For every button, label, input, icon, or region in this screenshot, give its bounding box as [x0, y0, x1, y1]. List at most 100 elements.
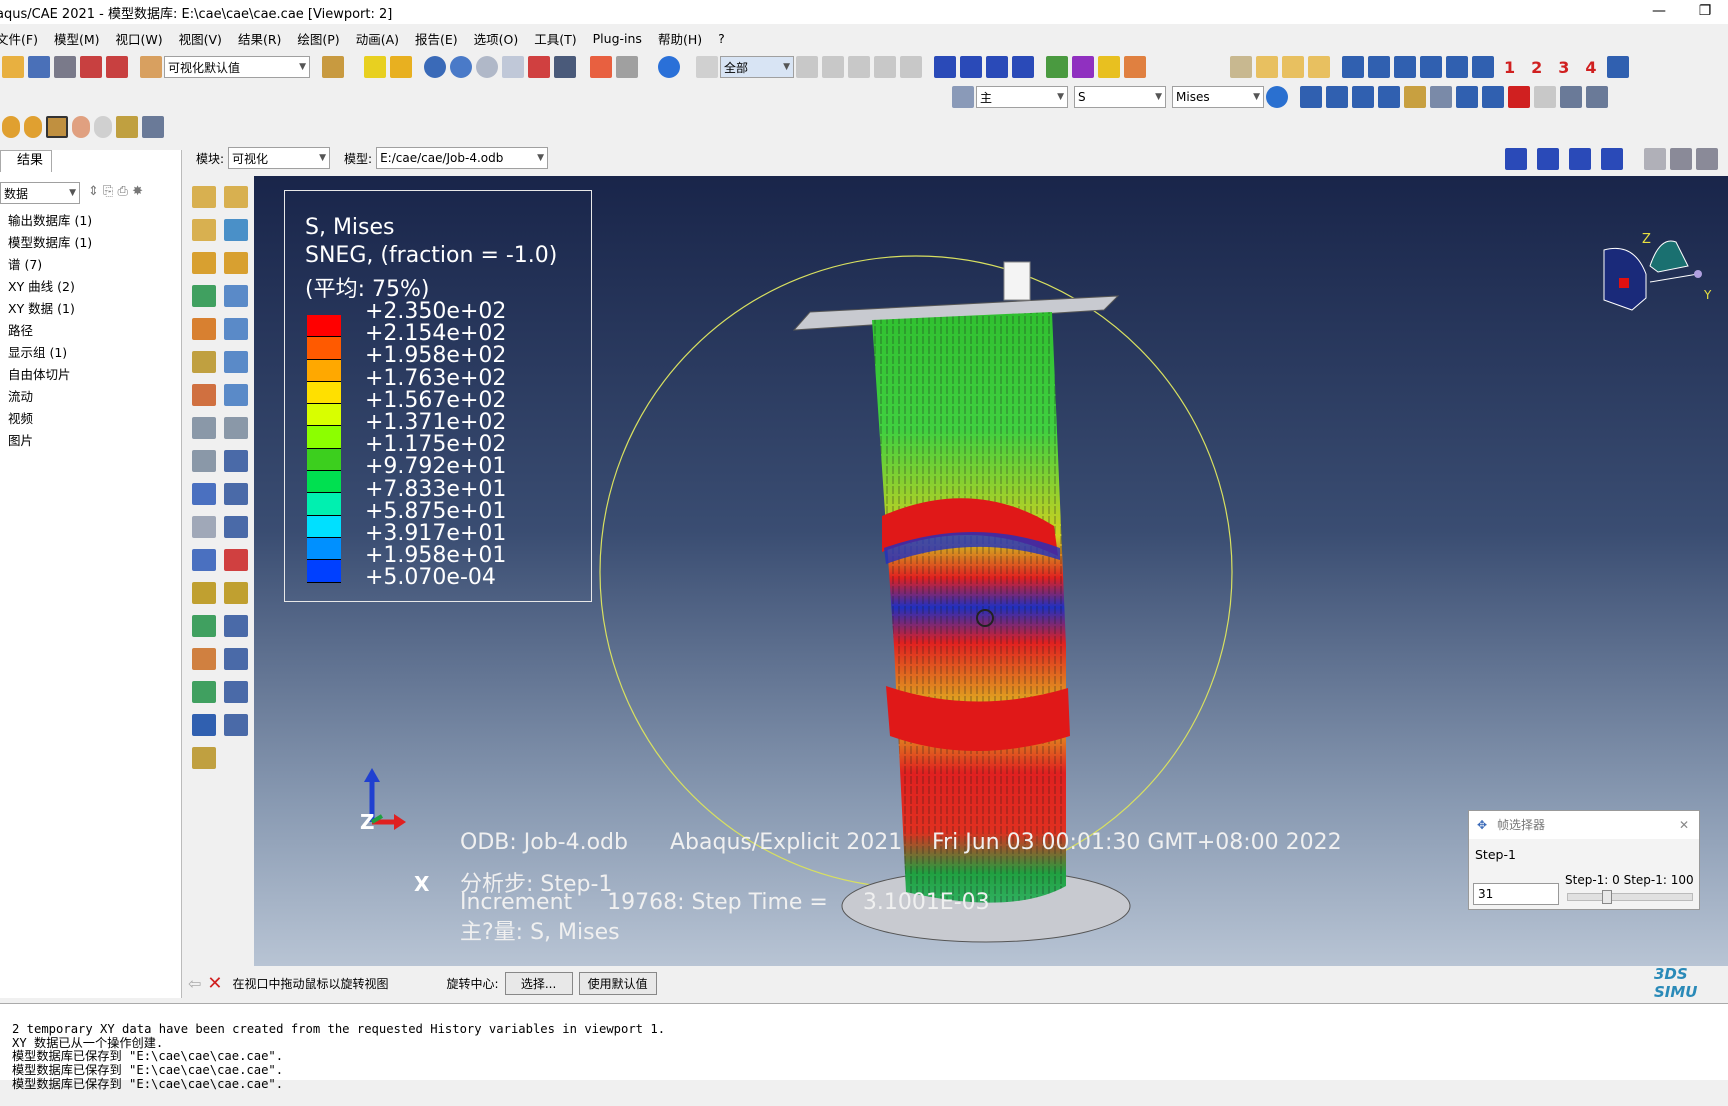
tree-item-streams[interactable]: 流动: [0, 386, 180, 408]
view-iso-icon[interactable]: [1256, 56, 1278, 78]
frame-number-input[interactable]: 31: [1473, 883, 1559, 905]
tree-item-spectrum[interactable]: 谱 (7): [0, 254, 180, 276]
text-annotation-icon[interactable]: [1508, 86, 1530, 108]
render-style-icon[interactable]: [1098, 56, 1120, 78]
tree-item-model-db[interactable]: 模型数据库 (1): [0, 232, 180, 254]
tool-xy-icon[interactable]: [224, 548, 248, 571]
tool-animate2-icon[interactable]: [224, 416, 248, 439]
query-table-icon[interactable]: [1560, 86, 1582, 108]
tool-deform-icon[interactable]: [192, 185, 216, 208]
viewport-2-button[interactable]: 2: [1531, 58, 1542, 77]
spheres-icon[interactable]: [2, 116, 20, 138]
tree-item-output-db[interactable]: 输出数据库 (1): [0, 210, 180, 232]
viewport-4-button[interactable]: 4: [1585, 58, 1596, 77]
tool-blocks-icon[interactable]: [192, 713, 216, 736]
layout-icon-3[interactable]: [1352, 86, 1374, 108]
redo-icon[interactable]: [94, 116, 112, 138]
part-instance-icon[interactable]: [322, 56, 344, 78]
anim-prev-icon[interactable]: [1537, 148, 1559, 170]
box-select-icon[interactable]: [848, 56, 870, 78]
view-front-icon[interactable]: [1282, 56, 1304, 78]
view-back-icon[interactable]: [1308, 56, 1330, 78]
layout-icon-6[interactable]: [1430, 86, 1452, 108]
tool-bar-icon[interactable]: [192, 251, 216, 274]
sphere-icon[interactable]: [24, 116, 42, 138]
hammer-icon[interactable]: [46, 116, 68, 138]
filter-select[interactable]: 数据 ▼: [0, 182, 80, 204]
anim-last-icon[interactable]: [1601, 148, 1623, 170]
shapes-icon[interactable]: [116, 116, 138, 138]
menu-viewport[interactable]: 视口(W): [108, 29, 171, 48]
cycle-icon[interactable]: [554, 56, 576, 78]
list-icon[interactable]: [1586, 86, 1608, 108]
open-icon[interactable]: [2, 56, 24, 78]
view-zx-icon[interactable]: [1446, 56, 1468, 78]
cancel-icon[interactable]: ✕: [207, 973, 222, 994]
info-icon[interactable]: [658, 56, 680, 78]
select-mode-icon[interactable]: [822, 56, 844, 78]
primary-select[interactable]: 主 ▼: [976, 86, 1068, 108]
variable-select[interactable]: S ▼: [1074, 86, 1166, 108]
model-select[interactable]: E:/cae/cae/Job-4.odb ▼: [376, 147, 549, 169]
tool-animate3-icon[interactable]: [192, 449, 216, 472]
arrow-annotation-icon[interactable]: [1482, 86, 1504, 108]
view-default-select[interactable]: 可视化默认值 ▼: [164, 56, 310, 78]
deformed-plot-icon[interactable]: [590, 56, 612, 78]
palette-icon[interactable]: [140, 56, 162, 78]
tree-item-xy-data[interactable]: XY 数据 (1): [0, 298, 180, 320]
export-icon[interactable]: [106, 56, 128, 78]
tab-results[interactable]: 结果: [0, 150, 52, 172]
tool-surface-icon[interactable]: [192, 581, 216, 604]
tool-table4-icon[interactable]: [224, 647, 248, 670]
import-icon[interactable]: [80, 56, 102, 78]
tool-table2-icon[interactable]: [224, 515, 248, 538]
menu-tools[interactable]: 工具(T): [526, 29, 584, 48]
tree-item-display-groups[interactable]: 显示组 (1): [0, 342, 180, 364]
menu-view[interactable]: 视图(V): [171, 29, 230, 48]
menu-report[interactable]: 报告(E): [407, 29, 466, 48]
pointer-icon[interactable]: [1534, 86, 1556, 108]
fit-icon[interactable]: [528, 56, 550, 78]
print-icon[interactable]: [54, 56, 76, 78]
mesh-icon[interactable]: [364, 56, 386, 78]
undo-icon[interactable]: [72, 116, 90, 138]
tool-triad-icon[interactable]: [192, 482, 216, 505]
anim-next-icon[interactable]: [1569, 148, 1591, 170]
use-default-button[interactable]: 使用默认值: [578, 971, 657, 995]
refresh-icon[interactable]: [1266, 86, 1288, 108]
message-console[interactable]: 2 temporary XY data have been created fr…: [0, 1003, 1728, 1091]
invariant-select[interactable]: Mises ▼: [1172, 86, 1264, 108]
view-zy-icon[interactable]: [1420, 56, 1442, 78]
tree-item-xy-plots[interactable]: XY 曲线 (2): [0, 276, 180, 298]
view-xz-icon[interactable]: [1472, 56, 1494, 78]
tool-pencil-icon[interactable]: [192, 746, 216, 769]
menu-options[interactable]: 选项(O): [466, 29, 527, 48]
menu-plugins[interactable]: Plug-ins: [585, 31, 650, 46]
xy-plot-icon[interactable]: [616, 56, 638, 78]
close-icon[interactable]: ✕: [1679, 811, 1689, 839]
select-filter-icon[interactable]: [874, 56, 896, 78]
table-icon[interactable]: [142, 116, 164, 138]
tool-surface2-icon[interactable]: [224, 581, 248, 604]
field-output-icon[interactable]: [952, 86, 974, 108]
layout-icon-4[interactable]: [1378, 86, 1400, 108]
tool-chart-icon[interactable]: [192, 614, 216, 637]
tool-allplot-opts-icon[interactable]: [224, 383, 248, 406]
view-yz-icon[interactable]: [1394, 56, 1416, 78]
viewport-3-button[interactable]: 3: [1558, 58, 1569, 77]
view-xy-icon[interactable]: [1342, 56, 1364, 78]
display-group-select[interactable]: 全部 ▼: [720, 56, 794, 78]
tool-table6-icon[interactable]: [224, 713, 248, 736]
color-map-icon[interactable]: [1072, 56, 1094, 78]
viewport-1-button[interactable]: 1: [1504, 58, 1515, 77]
frame-slider-handle[interactable]: [1602, 890, 1612, 904]
menu-help[interactable]: 帮助(H): [650, 29, 710, 48]
last-frame-icon[interactable]: [1012, 56, 1034, 78]
save-icon[interactable]: [28, 56, 50, 78]
first-frame-icon[interactable]: [934, 56, 956, 78]
tree-item-free-body-cuts[interactable]: 自由体切片: [0, 364, 180, 386]
menu-result[interactable]: 结果(R): [230, 29, 289, 48]
tool-allplot-icon[interactable]: [192, 383, 216, 406]
tool-table-icon[interactable]: [224, 482, 248, 505]
module-select[interactable]: 可视化 ▼: [228, 147, 331, 169]
